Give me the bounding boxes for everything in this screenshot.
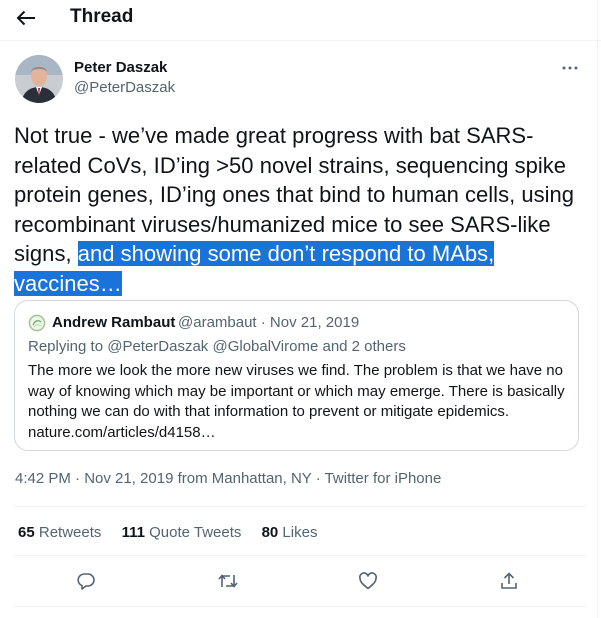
quote-tweets-label: Quote Tweets <box>149 524 242 541</box>
retweets-stat[interactable]: 65 Retweets <box>18 524 101 542</box>
retweet-button[interactable] <box>215 568 241 594</box>
retweet-icon <box>218 574 238 588</box>
quote-replying-to: Replying to @PeterDaszak @GlobalVirome a… <box>28 338 406 355</box>
reply-button[interactable] <box>73 568 99 594</box>
quote-tweets-stat[interactable]: 111 Quote Tweets <box>122 524 242 542</box>
retweets-label: Retweets <box>38 524 102 541</box>
avatar[interactable] <box>15 55 63 103</box>
arrow-left-icon <box>16 10 35 26</box>
author-handle[interactable]: @PeterDaszak <box>74 79 175 97</box>
tweet-text: Not true - we’ve made great progress wit… <box>14 121 594 298</box>
action-bar <box>0 568 601 596</box>
divider <box>0 40 601 41</box>
author-name[interactable]: Peter Daszak <box>74 59 167 77</box>
more-icon <box>562 66 578 70</box>
reply-icon <box>77 573 95 590</box>
likes-count: 80 <box>261 524 279 541</box>
share-button[interactable] <box>496 568 522 594</box>
back-button[interactable] <box>13 6 39 30</box>
quote-avatar <box>28 314 46 332</box>
quote-tweets-count: 111 <box>121 524 145 541</box>
quoted-tweet[interactable]: Andrew Rambaut @arambaut · Nov 21, 2019 … <box>14 300 579 451</box>
divider <box>14 506 586 507</box>
more-options-button[interactable] <box>558 58 582 78</box>
engagement-stats: 65 Retweets 111 Quote Tweets 80 Likes <box>18 524 333 542</box>
likes-stat[interactable]: 80 Likes <box>262 524 318 542</box>
quote-author-name: Andrew Rambaut <box>52 314 176 331</box>
share-icon <box>501 572 517 589</box>
top-bar: Thread <box>0 0 601 40</box>
divider <box>14 555 586 556</box>
quote-body: The more we look the more new viruses we… <box>28 362 565 441</box>
likes-label: Likes <box>282 524 318 541</box>
divider <box>14 606 586 607</box>
page-title: Thread <box>70 6 134 27</box>
tweet-meta: 4:42 PM · Nov 21, 2019 from Manhattan, N… <box>15 470 442 487</box>
tweet-text-highlighted: and showing some don’t respond to MAbs, … <box>14 241 495 296</box>
column-border <box>597 0 598 618</box>
like-button[interactable] <box>355 568 381 594</box>
quote-author-meta: @arambaut · Nov 21, 2019 <box>178 314 360 331</box>
retweets-count: 65 <box>18 524 35 541</box>
heart-icon <box>359 572 377 590</box>
quote-avatar-image <box>28 314 46 332</box>
avatar-image <box>15 55 63 103</box>
